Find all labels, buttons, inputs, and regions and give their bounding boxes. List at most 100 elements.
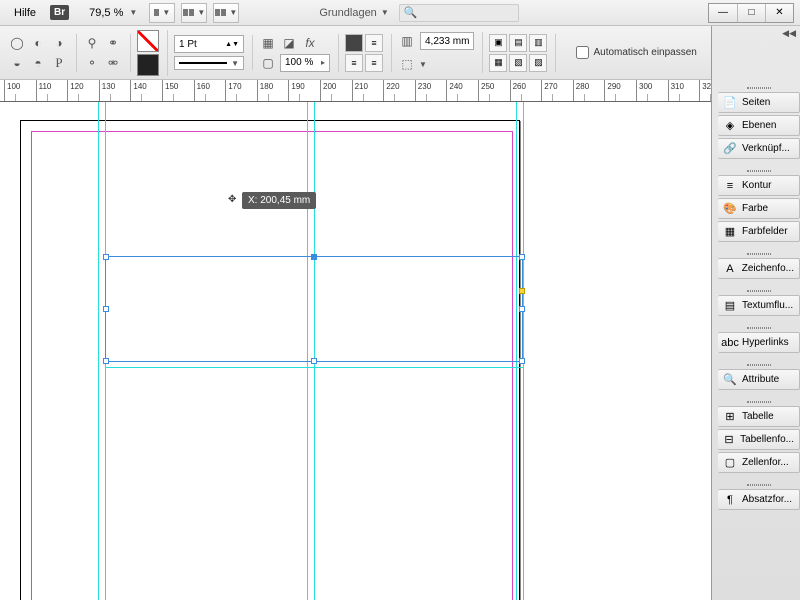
wrap-tool-1[interactable]: ⬚ — [398, 55, 416, 73]
panel-item[interactable]: abcHyperlinks — [718, 332, 800, 353]
fit-6[interactable]: ▨ — [529, 54, 547, 72]
panel-item[interactable]: ▦Farbfelder — [718, 221, 800, 242]
panel-item[interactable]: ≡Kontur — [718, 175, 800, 196]
anchor-tools-group: ⚲ ⚭ ⚬ ⚮ — [83, 34, 131, 72]
resize-handle[interactable] — [311, 358, 317, 364]
panel-item[interactable]: ◈Ebenen — [718, 115, 800, 136]
opacity-field[interactable]: 100 %▸ — [280, 54, 330, 72]
fx-tool-2[interactable]: ◪ — [280, 34, 298, 52]
maximize-button[interactable]: □ — [737, 4, 765, 22]
shape-tool-4[interactable]: ◒ — [8, 54, 26, 72]
minimize-button[interactable]: — — [709, 4, 737, 22]
anchor-tool-1[interactable]: ⚲ — [83, 34, 101, 52]
panel-icon: ¶ — [723, 493, 737, 507]
menubar: Hilfe Br 79,5 % ▼ ▼ ▼ ▼ Grundlagen ▼ 🔍 —… — [0, 0, 800, 26]
panel-grip[interactable] — [718, 250, 800, 258]
panel-label: Seiten — [742, 97, 770, 108]
shape-tool-5[interactable]: ◓ — [29, 54, 47, 72]
fit-1[interactable]: ▣ — [489, 34, 507, 52]
panel-item[interactable]: 🔍Attribute — [718, 369, 800, 390]
align-bottom-button[interactable]: ≡ — [365, 54, 383, 72]
panel-item[interactable]: ▤Textumflu... — [718, 295, 800, 316]
panel-grip[interactable] — [718, 481, 800, 489]
stepper-arrows-icon: ▲▼ — [225, 42, 239, 47]
align-top-button[interactable]: ≡ — [345, 54, 363, 72]
panel-item[interactable]: 📄Seiten — [718, 92, 800, 113]
stroke-style-dropdown[interactable]: ▼ — [174, 56, 244, 70]
resize-handle[interactable] — [103, 306, 109, 312]
panel-grip[interactable] — [718, 84, 800, 92]
panel-icon: A — [723, 262, 737, 276]
document-canvas[interactable]: ✥ X: 200,45 mm — [0, 102, 711, 600]
autofit-checkbox[interactable] — [576, 46, 589, 59]
autofit-checkbox-row[interactable]: Automatisch einpassen — [576, 46, 696, 59]
panel-item[interactable]: ⊞Tabelle — [718, 406, 800, 427]
column-guide[interactable] — [98, 102, 99, 600]
stroke-weight-value: 1 Pt — [179, 39, 197, 50]
resize-handle[interactable] — [519, 254, 525, 260]
panel-item[interactable]: ¶ Absatzfor... — [718, 489, 800, 510]
position-tooltip: ✥ X: 200,45 mm — [242, 192, 316, 209]
anchor-tool-3[interactable]: ⚬ — [83, 54, 101, 72]
panel-grip[interactable] — [718, 361, 800, 369]
stroke-weight-field[interactable]: 1 Pt ▲▼ — [174, 35, 244, 53]
resize-handle[interactable] — [311, 254, 317, 260]
panel-icon: 🎨 — [723, 202, 737, 216]
align-center-button[interactable]: ≡ — [365, 34, 383, 52]
panel-item[interactable]: 🎨Farbe — [718, 198, 800, 219]
close-button[interactable]: ✕ — [765, 4, 793, 22]
horizontal-ruler[interactable]: 1001101201301401501601701801902002102202… — [0, 80, 800, 102]
workspace-switcher[interactable]: Grundlagen ▼ — [319, 7, 388, 19]
panel-label: Tabellenfo... — [740, 434, 794, 445]
search-input[interactable]: 🔍 — [399, 4, 519, 22]
fit-4[interactable]: ▦ — [489, 54, 507, 72]
selected-frame[interactable] — [105, 256, 523, 362]
column-icon: ▥ — [398, 32, 416, 50]
panel-label: Hyperlinks — [742, 337, 789, 348]
fx-button[interactable]: fx — [301, 34, 319, 52]
paragraph-icon[interactable]: P — [50, 54, 68, 72]
zoom-value: 79,5 % — [89, 7, 123, 19]
stroke-black-swatch[interactable] — [137, 54, 159, 76]
text-align-group: ≡ ≡ ≡ — [345, 34, 392, 72]
anchor-tool-2[interactable]: ⚭ — [104, 34, 122, 52]
resize-handle[interactable] — [103, 254, 109, 260]
fill-none-swatch[interactable] — [137, 30, 159, 52]
panel-grip[interactable] — [718, 324, 800, 332]
reference-point-icon[interactable] — [519, 288, 525, 294]
resize-handle[interactable] — [519, 358, 525, 364]
tooltip-text: X: 200,45 mm — [248, 195, 310, 206]
frame-fitting-group: ▣ ▤ ▥ ▦ ▧ ▨ — [489, 34, 556, 72]
arrange-button-1[interactable]: ▼ — [181, 3, 207, 23]
align-left-button[interactable] — [345, 34, 363, 52]
dock-expand-icon[interactable]: ◀◀ — [782, 28, 796, 39]
measurement-field[interactable]: 4,233 mm — [420, 32, 474, 50]
arrange-button-2[interactable]: ▼ — [213, 3, 239, 23]
screen-mode-button[interactable]: ▼ — [149, 3, 175, 23]
panel-item[interactable]: ▢Zellenfor... — [718, 452, 800, 473]
shape-tool-1[interactable]: ◯ — [8, 34, 26, 52]
fit-2[interactable]: ▤ — [509, 34, 527, 52]
panel-icon: ◈ — [723, 119, 737, 133]
panel-grip[interactable] — [718, 287, 800, 295]
resize-handle[interactable] — [103, 358, 109, 364]
panel-grip[interactable] — [718, 167, 800, 175]
resize-handle[interactable] — [519, 306, 525, 312]
column-guide[interactable] — [523, 102, 524, 600]
panel-item[interactable]: ⊟Tabellenfo... — [718, 429, 800, 450]
fx-tool-1[interactable]: ▦ — [259, 34, 277, 52]
panel-item[interactable]: AZeichenfo... — [718, 258, 800, 279]
bridge-badge[interactable]: Br — [50, 5, 69, 20]
panel-label: Kontur — [742, 180, 771, 191]
panel-label: Verknüpf... — [742, 143, 790, 154]
panel-item[interactable]: 🔗Verknüpf... — [718, 138, 800, 159]
fit-3[interactable]: ▥ — [529, 34, 547, 52]
shape-tool-3[interactable]: ◑ — [50, 34, 68, 52]
panel-label: Absatzfor... — [742, 494, 792, 505]
shape-tool-2[interactable]: ◐ — [29, 34, 47, 52]
zoom-select[interactable]: 79,5 % ▼ — [83, 7, 143, 19]
anchor-tool-4[interactable]: ⚮ — [104, 54, 122, 72]
panel-grip[interactable] — [718, 398, 800, 406]
help-menu[interactable]: Hilfe — [6, 4, 44, 22]
fit-5[interactable]: ▧ — [509, 54, 527, 72]
